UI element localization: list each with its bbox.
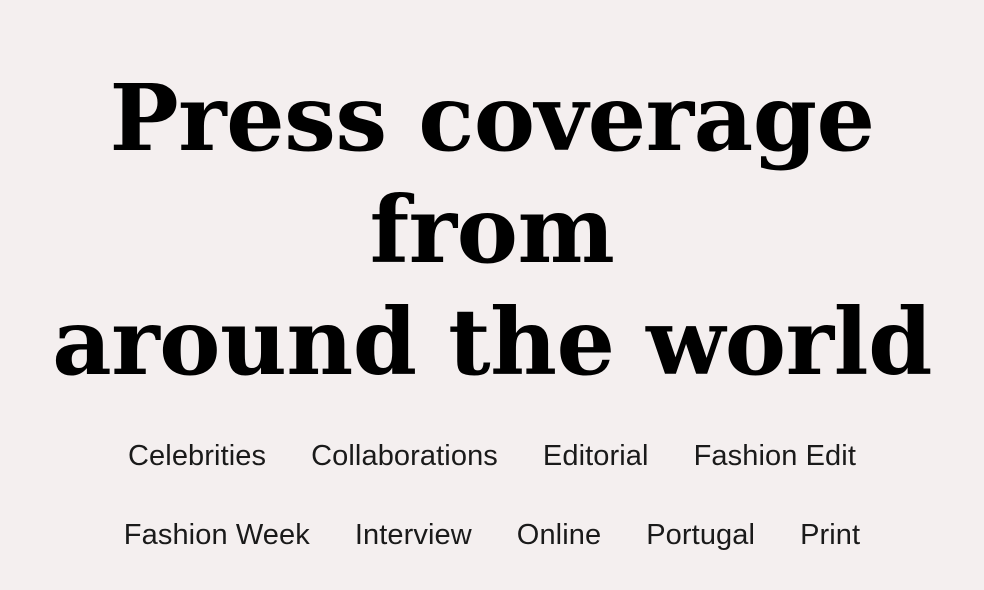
category-filter-list: Celebrities Collaborations Editorial Fas… xyxy=(77,399,907,590)
category-link-portugal[interactable]: Portugal xyxy=(646,514,755,556)
list-item: Interview xyxy=(355,514,472,556)
list-item: Print xyxy=(800,514,860,556)
category-link-editorial[interactable]: Editorial xyxy=(543,435,649,477)
list-item: Fashion Week xyxy=(124,514,310,556)
list-item: Portugal xyxy=(646,514,755,556)
page-title-line-2: around the world xyxy=(52,288,932,397)
list-item: Fashion Edit xyxy=(694,435,856,477)
category-link-interview[interactable]: Interview xyxy=(355,514,472,556)
category-link-collaborations[interactable]: Collaborations xyxy=(311,435,498,477)
page-title: Press coverage from around the world xyxy=(52,62,932,399)
category-link-fashion-edit[interactable]: Fashion Edit xyxy=(694,435,856,477)
category-link-online[interactable]: Online xyxy=(517,514,601,556)
page-title-line-1: Press coverage from xyxy=(109,64,875,285)
category-link-celebrities[interactable]: Celebrities xyxy=(128,435,266,477)
list-item: Collaborations xyxy=(311,435,498,477)
press-coverage-page: Press coverage from around the world Cel… xyxy=(0,0,984,590)
category-link-print[interactable]: Print xyxy=(800,514,860,556)
list-item: Editorial xyxy=(543,435,649,477)
list-item: Online xyxy=(517,514,601,556)
category-link-fashion-week[interactable]: Fashion Week xyxy=(124,514,310,556)
list-item: Celebrities xyxy=(128,435,266,477)
